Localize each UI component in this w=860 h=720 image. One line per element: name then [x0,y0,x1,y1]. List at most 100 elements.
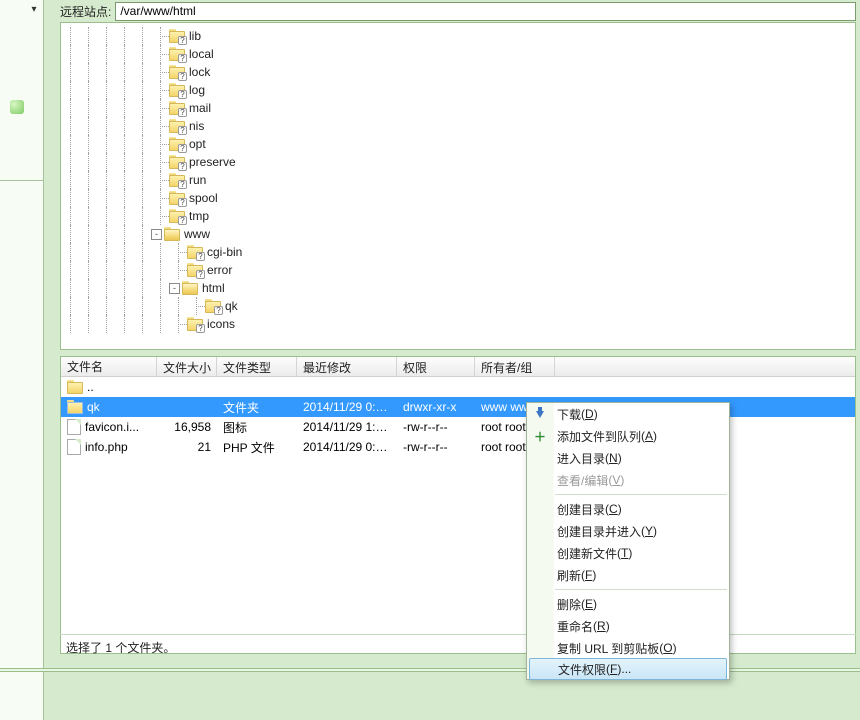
menu-item-label: 重命名 [557,618,593,635]
tree-item-spool[interactable]: ? spool [61,189,855,207]
tree-item-label: nis [189,117,204,135]
tree-item-cgi-bin[interactable]: ?cgi-bin [61,243,855,261]
folder-icon [67,380,83,394]
tree-item-label: preserve [189,153,236,171]
remote-site-label: 远程站点: [60,3,115,20]
tree-item-qk[interactable]: ?qk [61,297,855,315]
folder-icon: ? [187,245,203,259]
menu-item[interactable]: ＋添加文件到队列(A) [527,425,729,447]
menu-item: 查看/编辑(V) [527,469,729,491]
tree-item-icons[interactable]: ?icons [61,315,855,333]
menu-item[interactable]: 创建目录并进入(Y) [527,520,729,542]
file-row[interactable]: info.php 21PHP 文件2014/11/29 0:2...-rw-r--… [61,437,855,457]
menu-item-label: 查看/编辑 [557,472,608,489]
folder-icon: ? [169,209,185,223]
panel-splitter[interactable] [0,668,860,672]
column-size[interactable]: 文件大小 [157,357,217,376]
column-date[interactable]: 最近修改 [297,357,397,376]
tree-item-opt[interactable]: ?opt [61,135,855,153]
file-list-header[interactable]: 文件名 文件大小 文件类型 最近修改 权限 所有者/组 [61,357,855,377]
file-perm: -rw-r--r-- [397,420,475,434]
tree-item-error[interactable]: ?error [61,261,855,279]
column-type[interactable]: 文件类型 [217,357,297,376]
remote-path-input[interactable] [115,2,856,21]
file-perm: -rw-r--r-- [397,440,475,454]
tree-item-nis[interactable]: ? nis [61,117,855,135]
folder-icon [182,281,198,295]
menu-item-label: 文件权限 [558,661,606,678]
folder-icon: ? [169,191,185,205]
file-type: 文件夹 [217,399,297,416]
tree-item-label: www [184,225,210,243]
menu-item-label: 删除 [557,596,581,613]
menu-item[interactable]: 刷新(F) [527,564,729,586]
tree-item-preserve[interactable]: ?preserve [61,153,855,171]
column-owner[interactable]: 所有者/组 [475,357,555,376]
menu-item-label: 刷新 [557,567,581,584]
folder-icon: ? [169,119,185,133]
tree-item-label: spool [189,189,218,207]
folder-icon: ? [169,83,185,97]
column-perm[interactable]: 权限 [397,357,475,376]
tree-item-www[interactable]: - www [61,225,855,243]
file-list-panel: 文件名 文件大小 文件类型 最近修改 权限 所有者/组 .. qk 文件夹 2014/… [60,356,856,654]
menu-item-label: 添加文件到队列 [557,428,641,445]
tree-item-label: run [189,171,206,189]
file-name: info.php [85,440,128,454]
context-menu: 下载(D)＋添加文件到队列(A)进入目录(N)查看/编辑(V)创建目录(C)创建… [526,402,730,680]
file-size: 21 [157,440,217,454]
tree-item-lib[interactable]: ?lib [61,27,855,45]
tree-item-run[interactable]: ? run [61,171,855,189]
folder-icon: ? [187,317,203,331]
file-name: favicon.i... [85,420,139,434]
tree-item-label: html [202,279,225,297]
folder-icon: ? [169,29,185,43]
menu-item-label: 下载 [557,406,581,423]
remote-tree-panel[interactable]: ?lib?local?lock?log?mail?nis?opt?preserv… [60,22,856,350]
folder-icon: ? [187,263,203,277]
folder-icon: ? [169,173,185,187]
menu-item-accel: F [585,568,592,582]
folder-icon: ? [205,299,221,313]
menu-item-accel: N [609,451,618,465]
menu-item-accel: C [609,502,618,516]
file-row[interactable]: .. [61,377,855,397]
tree-item-html[interactable]: - html [61,279,855,297]
menu-item[interactable]: 创建目录(C) [527,498,729,520]
column-name[interactable]: 文件名 [61,357,157,376]
tree-item-log[interactable]: ?log [61,81,855,99]
tree-item-label: tmp [189,207,209,225]
menu-item[interactable]: 下载(D) [527,403,729,425]
file-row[interactable]: favicon.i...16,958图标2014/11/29 1:2...-rw… [61,417,855,437]
menu-separator [555,589,727,590]
folder-icon: ? [169,65,185,79]
dropdown-arrow-icon[interactable]: ▾ [29,4,39,18]
menu-item-accel: V [612,473,620,487]
file-type: PHP 文件 [217,439,297,456]
menu-item-label: 创建目录 [557,501,605,518]
file-date: 2014/11/29 0:2... [297,440,397,454]
folder-icon [67,400,83,414]
menu-item-label: 进入目录 [557,450,605,467]
tree-expander-icon[interactable]: - [169,283,180,294]
file-icon [67,439,81,455]
menu-item-accel: Y [645,524,653,538]
tree-item-tmp[interactable]: ? tmp [61,207,855,225]
menu-item[interactable]: 进入目录(N) [527,447,729,469]
tree-item-local[interactable]: ?local [61,45,855,63]
menu-item[interactable]: 复制 URL 到剪贴板(O) [527,637,729,659]
menu-item-accel: F [610,662,617,676]
menu-separator [555,494,727,495]
menu-item[interactable]: 创建新文件(T) [527,542,729,564]
menu-item[interactable]: 删除(E) [527,593,729,615]
menu-item[interactable]: 重命名(R) [527,615,729,637]
tree-item-mail[interactable]: ?mail [61,99,855,117]
file-list[interactable]: ..qk文件夹2014/11/29 0:5...drwxr-xr-xwww ww… [61,377,855,653]
menu-item[interactable]: 文件权限(F)... [529,658,727,680]
tree-expander-icon[interactable]: - [151,229,162,240]
file-row[interactable]: qk文件夹2014/11/29 0:5...drwxr-xr-xwww www [61,397,855,417]
file-name: qk [87,400,100,414]
menu-item-label: 复制 URL 到剪贴板 [557,640,659,657]
tree-item-lock[interactable]: ? lock [61,63,855,81]
tree-item-label: lock [189,63,210,81]
